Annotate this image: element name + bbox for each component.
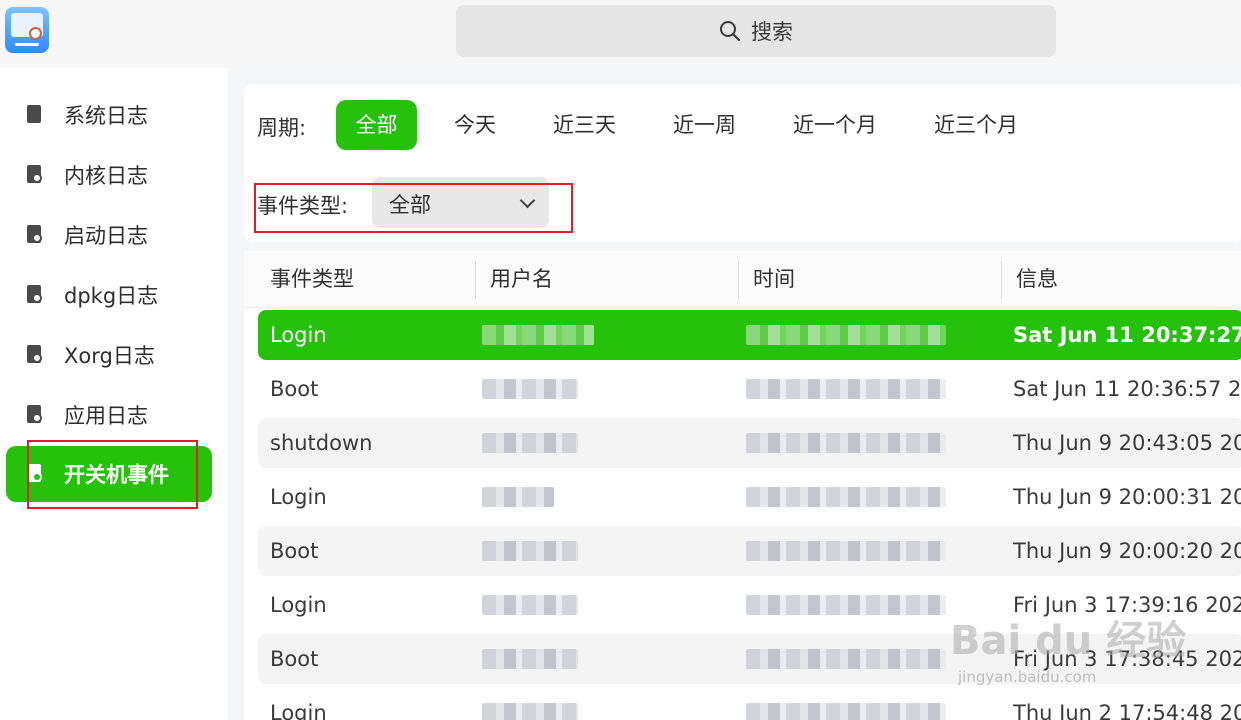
redacted-username	[482, 433, 578, 453]
redacted-time	[746, 649, 946, 669]
column-header-info[interactable]: 信息	[1016, 251, 1058, 307]
sidebar: 系统日志 内核日志 启动日志 dpkg日志 Xorg日志 应用日志 开关机事件	[0, 68, 228, 720]
sidebar-item-label: dpkg日志	[64, 284, 159, 308]
redacted-username	[482, 595, 578, 615]
chevron-down-icon	[519, 192, 536, 209]
sidebar-item-label: 内核日志	[64, 164, 148, 188]
redacted-time	[746, 541, 946, 561]
filter-panel: 周期: 全部 今天 近三天 近一周 近一个月 近三个月 事件类型: 全部	[244, 84, 1241, 242]
system-log-icon	[26, 105, 44, 125]
sidebar-item-app-log[interactable]: 应用日志	[6, 387, 212, 443]
search-box[interactable]: 搜索	[456, 5, 1056, 57]
table-row[interactable]: Login Thu Jun 2 17:54:48 2022	[258, 688, 1241, 720]
event-type-value: 全部	[389, 193, 431, 217]
table-header: 事件类型 用户名 时间 信息	[244, 251, 1241, 308]
sidebar-item-label: 启动日志	[64, 224, 148, 248]
cell-event-type: shutdown	[270, 431, 373, 455]
redacted-time	[746, 379, 946, 399]
sidebar-item-label: 应用日志	[64, 404, 148, 428]
sidebar-item-xorg-log[interactable]: Xorg日志	[6, 327, 212, 383]
period-month-button[interactable]: 近一个月	[793, 100, 877, 150]
column-header-username[interactable]: 用户名	[490, 251, 553, 307]
redacted-time	[746, 433, 946, 453]
cell-info: Thu Jun 9 20:43:05 2022	[1013, 431, 1241, 455]
sidebar-item-dpkg-log[interactable]: dpkg日志	[6, 267, 212, 323]
redacted-username	[482, 703, 578, 720]
cell-info: Thu Jun 9 20:00:20 2022	[1013, 539, 1241, 563]
period-all-button[interactable]: 全部	[336, 100, 417, 150]
power-event-icon	[26, 464, 44, 484]
column-header-time[interactable]: 时间	[753, 251, 795, 307]
cell-info: Thu Jun 9 20:00:31 2022	[1013, 485, 1241, 509]
cell-event-type: Boot	[270, 377, 319, 401]
sidebar-item-label: 系统日志	[64, 104, 148, 128]
redacted-time	[746, 703, 946, 720]
cell-event-type: Login	[270, 593, 327, 617]
table-row[interactable]: Login Thu Jun 9 20:00:31 2022	[258, 472, 1241, 522]
period-label: 周期:	[257, 116, 307, 140]
period-today-button[interactable]: 今天	[454, 100, 496, 150]
sidebar-item-kernel-log[interactable]: 内核日志	[6, 147, 212, 203]
cell-info: Thu Jun 2 17:54:48 2022	[1013, 701, 1241, 720]
table-row[interactable]: Boot Thu Jun 9 20:00:20 2022	[258, 526, 1241, 576]
redacted-username	[482, 487, 554, 507]
watermark-logo: Bai du 经验	[950, 618, 1187, 664]
redacted-username	[482, 379, 578, 399]
column-header-event-type[interactable]: 事件类型	[270, 251, 354, 307]
kernel-log-icon	[26, 165, 44, 185]
sidebar-item-boot-log[interactable]: 启动日志	[6, 207, 212, 263]
cell-event-type: Login	[270, 323, 327, 347]
watermark-url: jingyan.baidu.com	[958, 668, 1097, 686]
cell-event-type: Boot	[270, 647, 319, 671]
sidebar-item-system-log[interactable]: 系统日志	[6, 87, 212, 143]
cell-info: Sat Jun 11 20:36:57 2022	[1013, 377, 1241, 401]
period-3days-button[interactable]: 近三天	[553, 100, 616, 150]
table-row[interactable]: Boot Sat Jun 11 20:36:57 2022	[258, 364, 1241, 414]
app-logo-icon	[5, 7, 49, 53]
table-row[interactable]: Login Sat Jun 11 20:37:27 2022	[258, 310, 1241, 360]
cell-event-type: Login	[270, 701, 327, 720]
sidebar-item-label: 开关机事件	[64, 463, 169, 487]
xorg-log-icon	[26, 345, 44, 365]
redacted-time	[746, 487, 946, 507]
sidebar-item-power-events[interactable]: 开关机事件	[6, 446, 212, 502]
search-label: 搜索	[751, 20, 793, 44]
search-icon	[720, 21, 741, 42]
cell-event-type: Boot	[270, 539, 319, 563]
redacted-time	[746, 325, 946, 345]
event-type-label: 事件类型:	[257, 194, 349, 218]
table-row[interactable]: shutdown Thu Jun 9 20:43:05 2022	[258, 418, 1241, 468]
sidebar-item-label: Xorg日志	[64, 344, 155, 368]
boot-log-icon	[26, 225, 44, 245]
period-3months-button[interactable]: 近三个月	[934, 100, 1018, 150]
event-type-select[interactable]: 全部	[372, 177, 549, 228]
redacted-time	[746, 595, 946, 615]
redacted-username	[482, 541, 578, 561]
cell-info: Sat Jun 11 20:37:27 2022	[1013, 323, 1241, 347]
dpkg-log-icon	[26, 285, 44, 305]
redacted-username	[482, 649, 578, 669]
cell-event-type: Login	[270, 485, 327, 509]
app-log-icon	[26, 405, 44, 425]
redacted-username	[482, 325, 594, 345]
title-bar: 搜索	[0, 0, 1241, 68]
period-week-button[interactable]: 近一周	[673, 100, 736, 150]
